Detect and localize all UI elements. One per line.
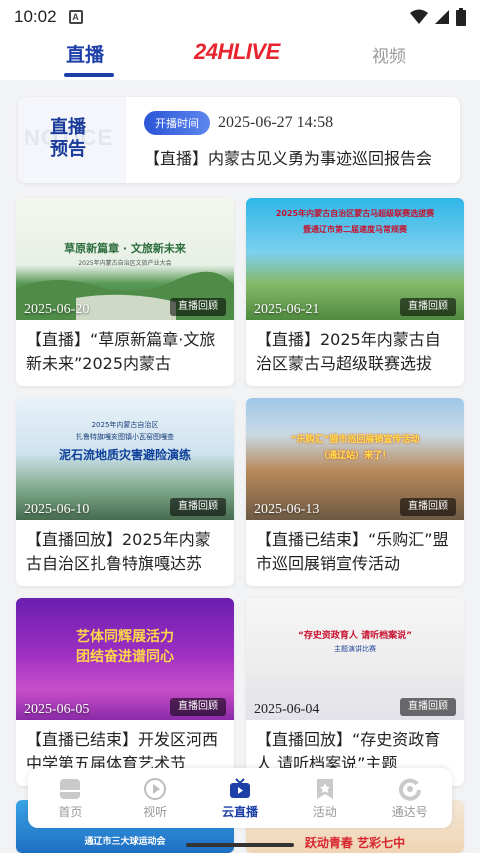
card-date: 2025-06-05 (24, 702, 90, 717)
notice-text: 【直播】内蒙古见义勇为事迹巡回报告会 (144, 149, 433, 168)
replay-tag: 直播回顾 (170, 698, 226, 716)
tab-video[interactable]: 视频 (372, 42, 406, 67)
status-bar: 10:02 A (0, 0, 480, 34)
card-thumbnail: 2025年内蒙古自治区蒙古马超级联赛选拔赛 暨通辽市第二届速度马常规赛 2025… (246, 198, 464, 320)
card-date: 2025-06-04 (254, 702, 320, 717)
home-icon (60, 778, 81, 799)
card-title: 【直播回放】2025年内蒙古自治区扎鲁特旗嘎达苏 (26, 530, 211, 573)
nav-label: 首页 (58, 804, 83, 819)
play-icon (144, 777, 167, 800)
card-thumbnail: 草原新篇章 · 文旅新未来 2025年内蒙古自治区文旅产业大会 2025-06-… (16, 198, 234, 320)
nav-audiovisual[interactable]: 视听 (113, 768, 198, 828)
thumb-headline: “存史资政育人 请听档案说” (298, 631, 412, 641)
card-date: 2025-06-10 (24, 502, 90, 517)
card-date: 2025-06-13 (254, 502, 320, 517)
battery-icon (456, 8, 466, 26)
nav-label: 云直播 (221, 804, 258, 819)
notice-label-panel: NOTICE 直播预告 (18, 97, 126, 183)
replay-tag: 直播回顾 (400, 498, 456, 516)
wifi-icon (410, 9, 428, 24)
signal-icon (435, 10, 449, 24)
replay-tag: 直播回顾 (170, 498, 226, 516)
thumb-headline: “乐购汇”盟市巡回展销宣传活动 (290, 435, 420, 445)
replay-tag: 直播回顾 (400, 298, 456, 316)
tab-live[interactable]: 直播 (66, 40, 104, 67)
live-card[interactable]: 2025年内蒙古自治区蒙古马超级联赛选拔赛 暨通辽市第二届速度马常规赛 2025… (246, 198, 464, 386)
notice-datetime: 2025-06-27 14:58 (218, 114, 334, 131)
card-thumbnail: “乐购汇”盟市巡回展销宣传活动 （通辽站）来了！ 2025-06-13 直播回顾 (246, 398, 464, 520)
card-date: 2025-06-21 (254, 302, 320, 317)
status-indicators (410, 8, 466, 26)
thumb-subline: 团结奋进谱同心 (76, 649, 174, 665)
card-title: 【直播】“草原新篇章·文旅新未来”2025内蒙古 (26, 330, 216, 373)
card-thumbnail: 艺体同辉展活力 团结奋进谱同心 2025-06-05 直播回顾 (16, 598, 234, 720)
thumb-headline: 艺体同辉展活力 (76, 629, 174, 645)
thumb-subline: 暨通辽市第二届速度马常规赛 (303, 225, 407, 234)
tv-icon (229, 777, 250, 798)
card-title: 【直播】2025年内蒙古自治区蒙古马超级联赛选拔 (256, 330, 441, 373)
home-indicator (186, 843, 294, 847)
live-card[interactable]: “乐购汇”盟市巡回展销宣传活动 （通辽站）来了！ 2025-06-13 直播回顾… (246, 398, 464, 586)
card-date: 2025-06-20 (24, 302, 90, 317)
card-title: 【直播已结束】“乐购汇”盟市巡回展销宣传活动 (256, 530, 449, 573)
top-nav: 直播 24HLIVE 视频 (0, 34, 480, 80)
thumb-main: 泥石流地质灾害避险演练 (58, 448, 191, 462)
notification-icon: A (68, 10, 83, 24)
star-bookmark-icon (316, 778, 333, 799)
active-tab-indicator (64, 73, 114, 77)
card-thumbnail: 2025年内蒙古自治区 扎鲁特旗嘎亥图镇小瓦窑图嘎查 泥石流地质灾害避险演练 2… (16, 398, 234, 520)
thumb-subline: （通辽站）来了！ (318, 451, 391, 461)
live-card[interactable]: 草原新篇章 · 文旅新未来 2025年内蒙古自治区文旅产业大会 2025-06-… (16, 198, 234, 386)
live-notice-card[interactable]: NOTICE 直播预告 开播时间 2025-06-27 14:58 【直播】内蒙… (18, 97, 460, 183)
nav-label: 通达号 (391, 804, 428, 819)
notice-title: 直播预告 (50, 117, 86, 160)
notice-badge: 开播时间 (144, 111, 210, 135)
bottom-nav: 首页 视听 云直播 活动 通达号 (28, 768, 452, 828)
app-logo: 24HLIVE (194, 39, 280, 64)
live-card[interactable]: 2025年内蒙古自治区 扎鲁特旗嘎亥图镇小瓦窑图嘎查 泥石流地质灾害避险演练 2… (16, 398, 234, 586)
card-thumbnail: “存史资政育人 请听档案说” 主题演讲比赛 2025-06-04 直播回顾 (246, 598, 464, 720)
replay-tag: 直播回顾 (170, 298, 226, 316)
nav-activity[interactable]: 活动 (282, 768, 367, 828)
nav-cloud-live[interactable]: 云直播 (198, 768, 283, 828)
nav-home[interactable]: 首页 (28, 768, 113, 828)
refresh-c-icon (398, 778, 421, 801)
live-card[interactable]: “存史资政育人 请听档案说” 主题演讲比赛 2025-06-04 直播回顾 【直… (246, 598, 464, 786)
status-time: 10:02 (14, 7, 57, 26)
nav-tongda[interactable]: 通达号 (367, 768, 452, 828)
thumb-headline: 2025年内蒙古自治区蒙古马超级联赛选拔赛 (275, 209, 435, 218)
replay-tag: 直播回顾 (400, 698, 456, 716)
thumb-headline: 2025年内蒙古自治区 (91, 421, 159, 429)
thumb-subline: 2025年内蒙古自治区文旅产业大会 (78, 260, 172, 267)
nav-label: 活动 (312, 804, 337, 819)
live-card[interactable]: 艺体同辉展活力 团结奋进谱同心 2025-06-05 直播回顾 【直播已结束】开… (16, 598, 234, 786)
thumb-headline: 草原新篇章 · 文旅新未来 (64, 242, 186, 255)
nav-label: 视听 (143, 804, 168, 819)
thumb-subline: 扎鲁特旗嘎亥图镇小瓦窑图嘎查 (76, 433, 174, 441)
thumb-subline: 主题演讲比赛 (334, 645, 376, 653)
